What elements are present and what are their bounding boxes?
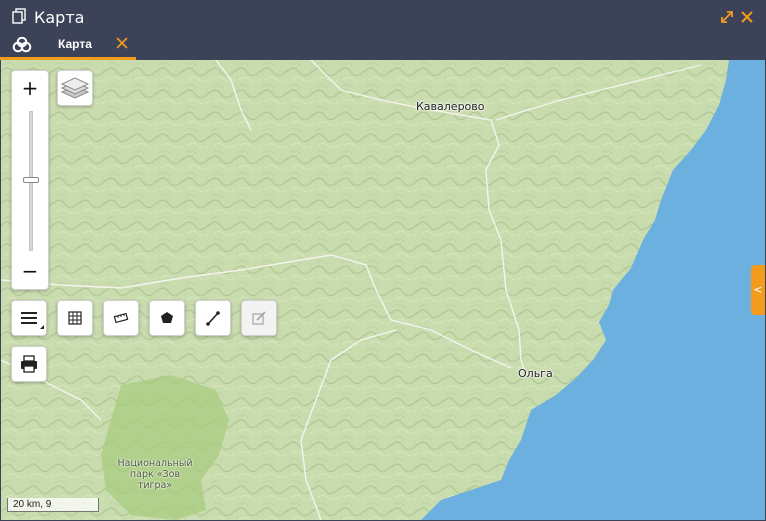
map-window: Карта Карта Кавалерово Ольга Национальны… [0,0,766,521]
scale-bar: 20 km, 9 [7,498,99,512]
park-label-line: парк «Зов [129,469,181,480]
layers-icon [60,77,90,99]
zoom-slider-handle[interactable] [23,177,39,183]
line-button[interactable] [195,300,231,336]
layers-button[interactable] [57,70,93,106]
ruler-button[interactable] [103,300,139,336]
close-icon[interactable] [740,10,754,24]
map-tiles [1,60,765,520]
city-label-kavalerovo: Кавалерово [416,100,485,113]
polygon-button[interactable] [149,300,185,336]
zoom-control: + − [11,70,49,290]
print-icon [21,355,37,373]
side-panel-toggle[interactable]: < [751,265,765,315]
tab-label: Карта [58,37,92,51]
layers-group-icon [12,37,32,53]
grid-button[interactable] [57,300,93,336]
park-label: Национальный парк «Зов тигра» [105,458,205,491]
zoom-out-button[interactable]: − [12,255,48,289]
tab-close-icon[interactable] [116,37,128,49]
park-label-line: тигра» [137,480,173,491]
window-title: Карта [34,8,85,27]
print-button[interactable] [11,346,47,382]
ruler-icon [113,312,129,324]
map-view[interactable]: Кавалерово Ольга Национальный парк «Зов … [1,60,765,520]
polygon-icon [161,312,173,323]
line-icon [206,311,220,326]
maximize-icon[interactable] [720,10,734,24]
tab-map[interactable]: Карта [0,34,136,60]
title-bar: Карта [0,0,766,34]
window-copy-icon [12,8,26,24]
grid-icon [68,311,82,325]
menu-button[interactable] [11,300,47,336]
city-label-olga: Ольга [518,367,553,380]
edit-button[interactable] [241,300,277,336]
tab-bar: Карта [0,34,766,60]
park-label-line: Национальный [117,458,193,469]
edit-icon [252,311,266,325]
zoom-in-button[interactable]: + [12,71,48,105]
menu-icon [21,312,44,329]
